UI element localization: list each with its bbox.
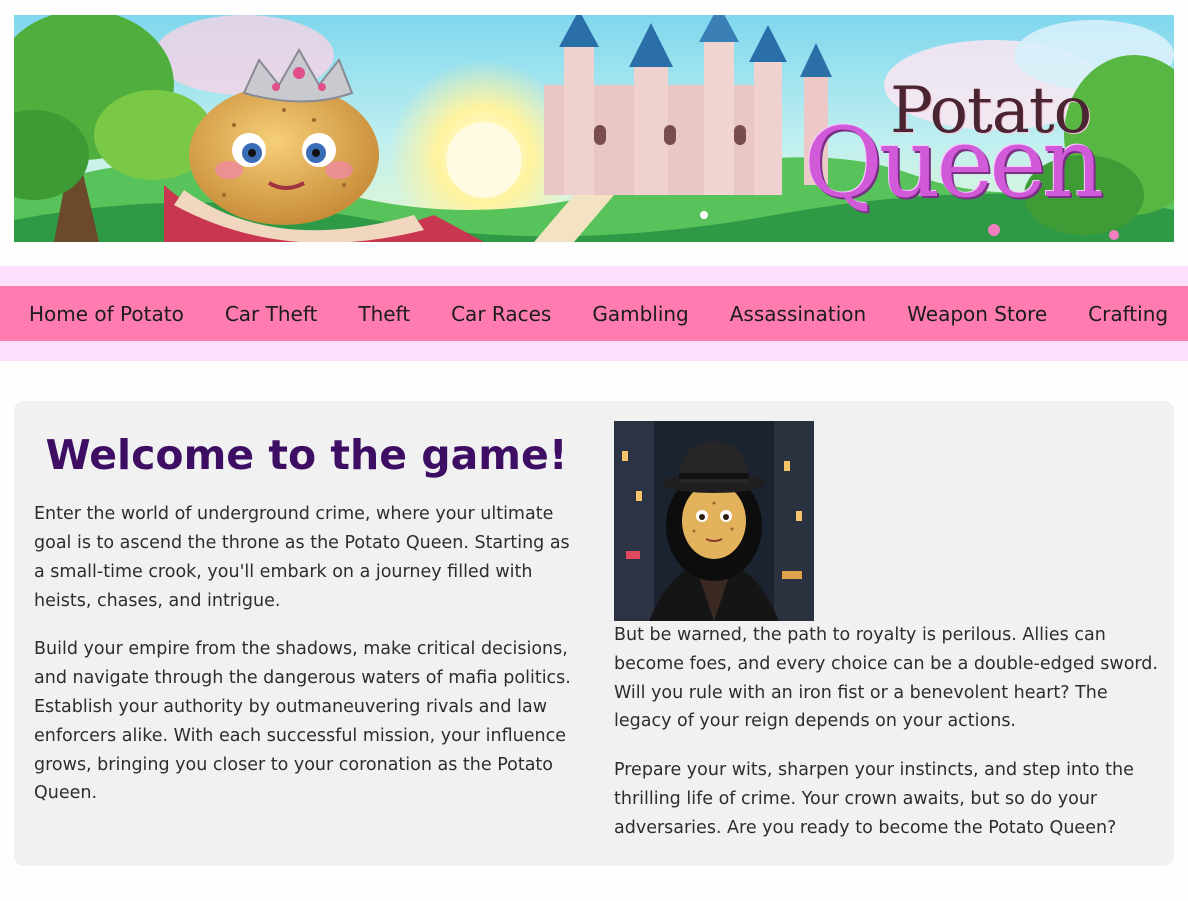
logo-word-queen: Queen	[804, 107, 1104, 219]
nav-item-theft[interactable]: Theft	[358, 302, 410, 326]
nav-item-assassination[interactable]: Assassination	[730, 302, 866, 326]
welcome-card: Welcome to the game! Enter the world of …	[14, 401, 1174, 866]
nav-item-weapon-store[interactable]: Weapon Store	[907, 302, 1047, 326]
nav-item-home-of-potato[interactable]: Home of Potato	[29, 302, 184, 326]
nav-item-gambling[interactable]: Gambling	[592, 302, 688, 326]
warning-paragraph: But be warned, the path to royalty is pe…	[614, 625, 1158, 732]
intro-paragraph-1: Enter the world of underground crime, wh…	[34, 504, 570, 611]
right-column: But be warned, the path to royalty is pe…	[614, 421, 1159, 843]
header-banner: Potato Queen	[14, 15, 1174, 242]
character-image	[614, 421, 814, 621]
nav-item-crafting[interactable]: Crafting	[1088, 302, 1168, 326]
nav-band: Home of Potato Car Theft Theft Car Races…	[0, 266, 1188, 361]
main-nav: Home of Potato Car Theft Theft Car Races…	[0, 286, 1188, 341]
page-title: Welcome to the game!	[45, 431, 568, 479]
call-to-action-paragraph: Prepare your wits, sharpen your instinct…	[614, 760, 1134, 838]
intro-paragraph-2: Build your empire from the shadows, make…	[34, 639, 571, 804]
nav-item-car-races[interactable]: Car Races	[451, 302, 551, 326]
nav-item-car-theft[interactable]: Car Theft	[225, 302, 318, 326]
left-column: Welcome to the game! Enter the world of …	[34, 431, 579, 808]
